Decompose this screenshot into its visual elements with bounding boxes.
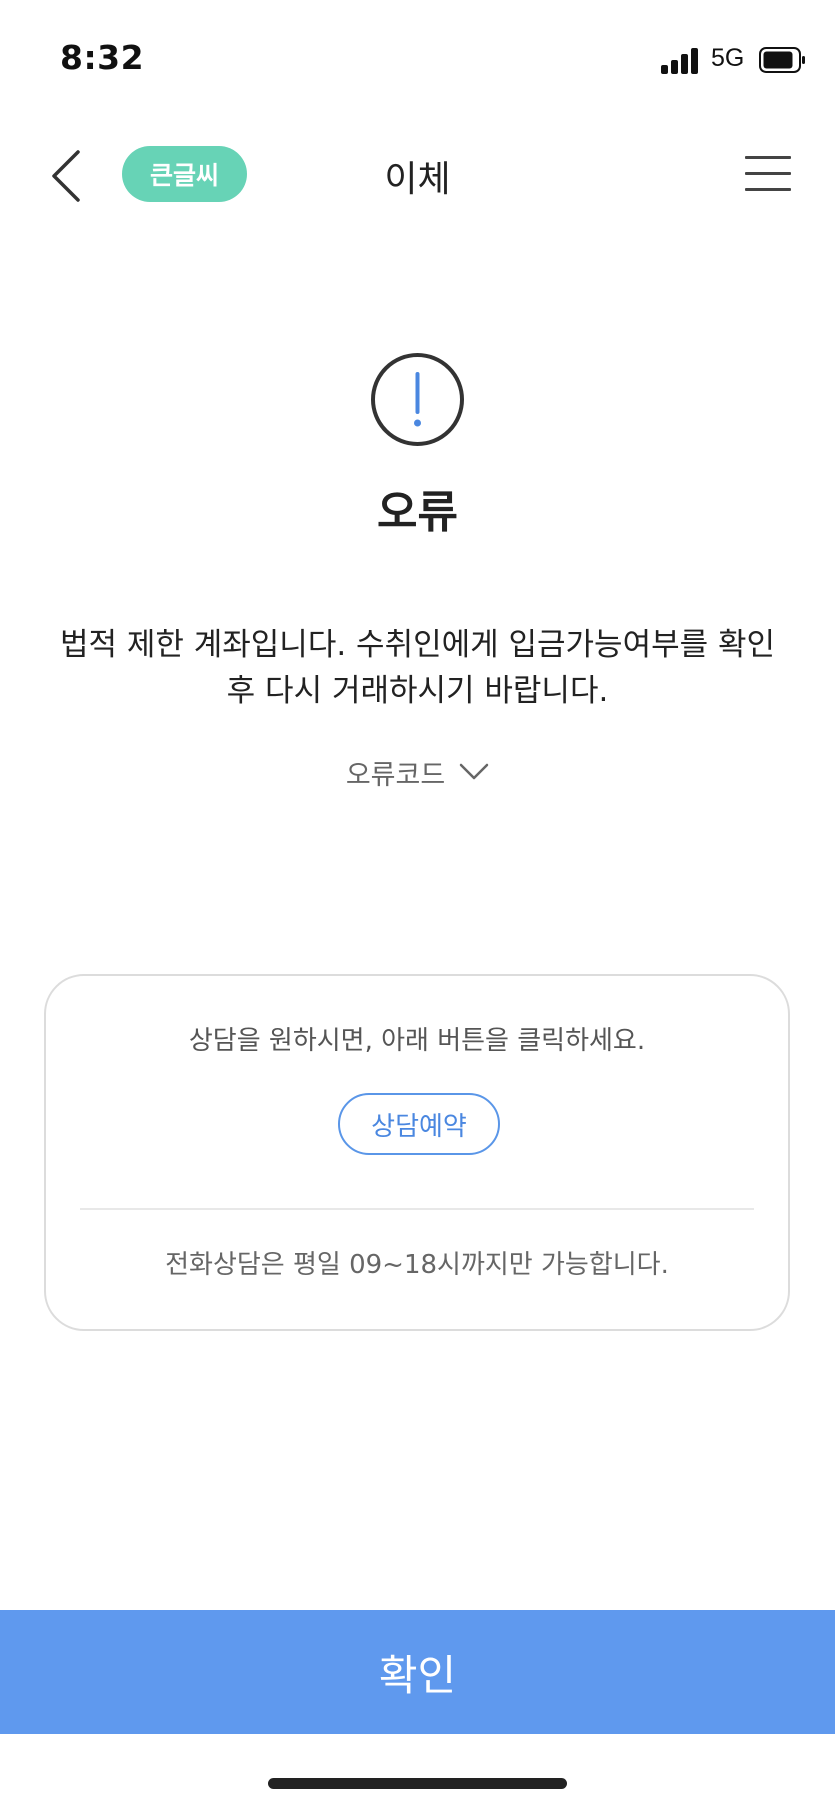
- divider: [80, 1208, 754, 1210]
- error-code-toggle[interactable]: 오류코드: [320, 750, 515, 794]
- chevron-down-icon: [459, 763, 489, 780]
- status-bar: 8:32 5G: [0, 0, 835, 120]
- phone-hours-notice: 전화상담은 평일 09~18시까지만 가능합니다.: [165, 1250, 669, 1280]
- large-text-toggle-button[interactable]: 큰글씨: [122, 146, 247, 202]
- consult-card: 상담을 원하시면, 아래 버튼을 클릭하세요. 상담예약 전화상담은 평일 09…: [44, 974, 790, 1331]
- confirm-button[interactable]: 확인: [0, 1610, 835, 1734]
- consult-guide-text: 상담을 원하시면, 아래 버튼을 클릭하세요.: [188, 1026, 646, 1056]
- status-time: 8:32: [60, 38, 145, 77]
- battery-icon: [759, 47, 805, 73]
- error-message-line-2: 후 다시 거래하시기 바랍니다.: [226, 673, 609, 709]
- back-button[interactable]: [44, 148, 94, 204]
- error-message: 법적 제한 계좌입니다. 수취인에게 입금가능여부를 확인 후 다시 거래하시기…: [40, 622, 795, 714]
- chevron-left-icon: [52, 150, 80, 202]
- menu-button[interactable]: [745, 152, 797, 196]
- error-title: 오류: [377, 487, 458, 538]
- error-code-label: 오류코드: [345, 759, 446, 791]
- consult-reservation-button[interactable]: 상담예약: [338, 1093, 500, 1155]
- home-indicator: [268, 1778, 567, 1789]
- exclamation-circle-icon: [371, 353, 464, 446]
- error-message-line-1: 법적 제한 계좌입니다. 수취인에게 입금가능여부를 확인: [59, 627, 776, 663]
- network-type-label: 5G: [711, 44, 745, 72]
- nav-bar: 이체 큰글씨: [0, 130, 835, 220]
- signal-icon: [661, 46, 701, 74]
